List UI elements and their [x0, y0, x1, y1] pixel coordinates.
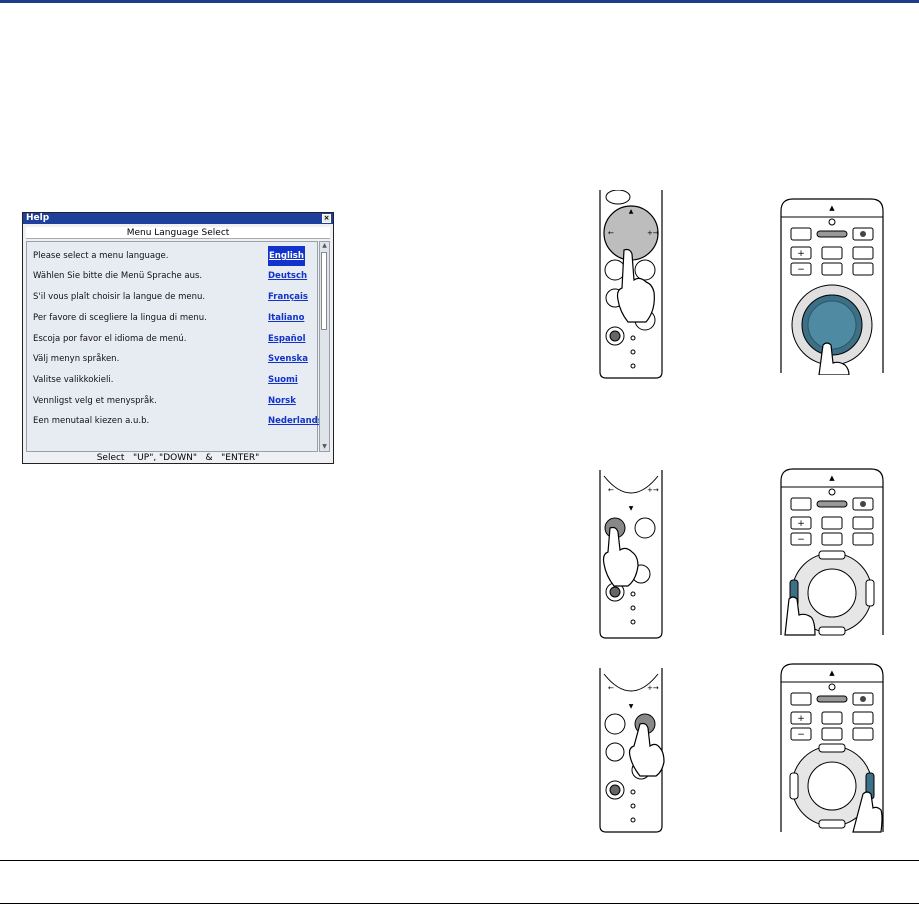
svg-text:+→: +→: [647, 229, 659, 237]
list-item[interactable]: Vennligst velg et menyspråk. Norsk: [27, 391, 319, 411]
svg-text:←: ←: [608, 486, 614, 494]
list-item[interactable]: Een menutaal kiezen a.u.b. Nederlands: [27, 411, 323, 431]
list-item[interactable]: Välj menyn språken. Svenska: [27, 349, 319, 369]
list-item[interactable]: S'il vous plaît choisir la langue de men…: [27, 287, 319, 307]
svg-text:▼: ▼: [629, 505, 634, 512]
language-sentence: Valitse valikkokieli.: [33, 375, 114, 385]
list-scrollbar[interactable]: ▲ ▼: [319, 241, 330, 452]
list-item[interactable]: Per favore di scegliere la lingua di men…: [27, 308, 319, 328]
scroll-thumb[interactable]: [321, 252, 327, 330]
svg-text:−: −: [797, 265, 805, 275]
close-icon[interactable]: ×: [322, 214, 331, 223]
language-link-english[interactable]: English: [268, 246, 305, 266]
top-divider: [0, 0, 919, 3]
svg-text:▼: ▼: [629, 703, 634, 710]
help-footer-instructions: Select "UP", "DOWN" & "ENTER": [96, 453, 260, 463]
scroll-up-icon[interactable]: ▲: [320, 242, 329, 250]
language-sentence: Wählen Sie bitte die Menü Sprache aus.: [33, 271, 203, 281]
language-link-italiano[interactable]: Italiano: [268, 308, 304, 328]
language-link-deutsch[interactable]: Deutsch: [268, 266, 307, 286]
projector-panel-exit-button-icon: ▲ + −: [780, 663, 884, 833]
svg-text:+→: +→: [647, 486, 659, 494]
help-title: Help: [26, 213, 50, 223]
language-link-norsk[interactable]: Norsk: [268, 391, 296, 411]
language-sentence: Escoja por favor el idioma de menú.: [33, 334, 187, 344]
svg-text:▲: ▲: [629, 208, 634, 215]
help-dialog: Help × Menu Language Select Please selec…: [22, 212, 334, 464]
menu-language-header: Menu Language Select: [26, 227, 330, 239]
svg-text:▲: ▲: [829, 474, 835, 482]
svg-text:+: +: [797, 249, 805, 259]
remote-control-select-pad-icon: ▲ ← +→: [599, 190, 663, 379]
language-sentence: Välj menyn språken.: [33, 354, 120, 364]
list-item[interactable]: Valitse valikkokieli. Suomi: [27, 370, 319, 390]
footer-divider: [0, 860, 919, 861]
language-list: Please select a menu language. English W…: [26, 241, 323, 452]
list-item[interactable]: Escoja por favor el idioma de menú. Espa…: [27, 329, 319, 349]
language-link-suomi[interactable]: Suomi: [268, 370, 298, 390]
list-item[interactable]: Please select a menu language. English: [27, 246, 319, 266]
remote-control-exit-button-icon: ← +→ ▼: [599, 668, 665, 833]
svg-text:−: −: [797, 730, 805, 740]
svg-text:▲: ▲: [829, 669, 835, 677]
language-sentence: Per favore di scegliere la lingua di men…: [33, 313, 207, 323]
svg-text:+→: +→: [647, 684, 659, 692]
language-link-svenska[interactable]: Svenska: [268, 349, 308, 369]
projector-panel-select-pad-icon: ▲ + −: [780, 198, 884, 375]
help-title-bar: Help ×: [23, 213, 333, 224]
page-bottom-divider: [0, 903, 919, 904]
svg-text:+: +: [797, 714, 805, 724]
language-link-francais[interactable]: Français: [268, 287, 308, 307]
svg-text:←: ←: [608, 229, 614, 237]
language-sentence: Please select a menu language.: [33, 251, 169, 261]
language-link-espanol[interactable]: Español: [268, 329, 306, 349]
svg-text:←: ←: [608, 684, 614, 692]
projector-panel-enter-button-icon: ▲ + −: [780, 468, 884, 636]
language-sentence: Een menutaal kiezen a.u.b.: [33, 416, 150, 426]
scroll-down-icon[interactable]: ▼: [320, 443, 329, 451]
list-item[interactable]: Wählen Sie bitte die Menü Sprache aus. D…: [27, 266, 319, 286]
remote-control-enter-button-icon: ← +→ ▼: [599, 470, 663, 639]
language-sentence: S'il vous plaît choisir la langue de men…: [33, 292, 206, 302]
language-link-nederlands[interactable]: Nederlands: [268, 411, 323, 431]
language-sentence: Vennligst velg et menyspråk.: [33, 396, 157, 406]
svg-text:+: +: [797, 519, 805, 529]
svg-text:−: −: [797, 535, 805, 545]
svg-text:▲: ▲: [829, 204, 835, 212]
